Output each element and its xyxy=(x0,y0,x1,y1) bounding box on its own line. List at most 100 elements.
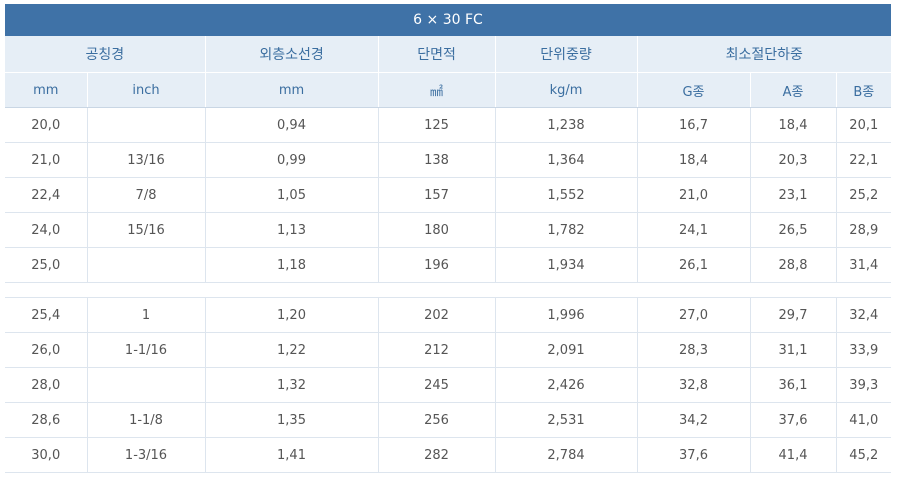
grade-b: B종 xyxy=(836,72,892,108)
table-cell: 18,4 xyxy=(750,107,837,143)
table-cell: 21,0 xyxy=(5,142,88,178)
header-min-breaking-load: 최소절단하중 xyxy=(637,36,892,73)
table-cell: 21,0 xyxy=(637,177,751,213)
table-cell: 1-1/8 xyxy=(87,402,206,438)
table-row: 28,6 1-1/8 1,35 256 2,531 34,2 37,6 41,0 xyxy=(5,402,892,438)
table-cell: 41,0 xyxy=(836,402,892,438)
table-cell: 36,1 xyxy=(750,367,837,403)
spec-table-container: 6 × 30 FC 공칭경 외층소선경 단면적 단위중량 최소절단하중 mm i… xyxy=(5,4,892,473)
table-cell: 25,2 xyxy=(836,177,892,213)
table-cell: 15/16 xyxy=(87,212,206,248)
table-cell: 1,13 xyxy=(205,212,379,248)
table-cell xyxy=(87,247,206,283)
table-cell: 1,41 xyxy=(205,437,379,473)
table-cell: 31,1 xyxy=(750,332,837,368)
table-row: 30,0 1-3/16 1,41 282 2,784 37,6 41,4 45,2 xyxy=(5,437,892,473)
table-cell: 0,94 xyxy=(205,107,379,143)
header-row-top: 공칭경 외층소선경 단면적 단위중량 최소절단하중 xyxy=(5,36,892,73)
table-cell: 37,6 xyxy=(750,402,837,438)
table-cell: 24,0 xyxy=(5,212,88,248)
table-cell: 245 xyxy=(378,367,496,403)
table-cell: 33,9 xyxy=(836,332,892,368)
table-cell: 1,996 xyxy=(495,297,638,333)
table-row: 26,0 1-1/16 1,22 212 2,091 28,3 31,1 33,9 xyxy=(5,332,892,368)
table-cell: 282 xyxy=(378,437,496,473)
table-cell: 20,1 xyxy=(836,107,892,143)
table-cell: 32,8 xyxy=(637,367,751,403)
table-row: 24,0 15/16 1,13 180 1,782 24,1 26,5 28,9 xyxy=(5,212,892,248)
table-cell: 31,4 xyxy=(836,247,892,283)
table-cell: 212 xyxy=(378,332,496,368)
table-cell: 23,1 xyxy=(750,177,837,213)
table-row: 25,0 1,18 196 1,934 26,1 28,8 31,4 xyxy=(5,247,892,283)
table-cell: 39,3 xyxy=(836,367,892,403)
table-body: 20,0 0,94 125 1,238 16,7 18,4 20,1 21,0 13/16 0,9… xyxy=(5,107,892,473)
table-cell: 1,552 xyxy=(495,177,638,213)
group-separator xyxy=(5,282,892,298)
table-cell: 1,934 xyxy=(495,247,638,283)
table-cell: 7/8 xyxy=(87,177,206,213)
table-cell: 28,0 xyxy=(5,367,88,403)
table-cell: 1,364 xyxy=(495,142,638,178)
table-cell xyxy=(87,367,206,403)
table-cell: 16,7 xyxy=(637,107,751,143)
header-nominal-diameter: 공칭경 xyxy=(5,36,206,73)
table-cell: 24,1 xyxy=(637,212,751,248)
table-cell: 20,0 xyxy=(5,107,88,143)
table-cell: 18,4 xyxy=(637,142,751,178)
unit-weight: kg/m xyxy=(495,72,638,108)
table-cell: 157 xyxy=(378,177,496,213)
separator-cell xyxy=(5,282,892,298)
header-cross-section: 단면적 xyxy=(378,36,496,73)
table-cell: 29,7 xyxy=(750,297,837,333)
table-title: 6 × 30 FC xyxy=(5,4,891,36)
table-cell: 2,091 xyxy=(495,332,638,368)
table-cell: 1,18 xyxy=(205,247,379,283)
table-cell: 28,9 xyxy=(836,212,892,248)
table-cell: 37,6 xyxy=(637,437,751,473)
table-row: 22,4 7/8 1,05 157 1,552 21,0 23,1 25,2 xyxy=(5,177,892,213)
table-cell: 26,1 xyxy=(637,247,751,283)
table-cell: 26,5 xyxy=(750,212,837,248)
table-cell: 1,20 xyxy=(205,297,379,333)
table-cell: 1,35 xyxy=(205,402,379,438)
table-cell: 26,0 xyxy=(5,332,88,368)
spec-table: 공칭경 외층소선경 단면적 단위중량 최소절단하중 mm inch mm ㎟ k… xyxy=(5,36,892,473)
header-unit-weight: 단위중량 xyxy=(495,36,638,73)
table-cell: 125 xyxy=(378,107,496,143)
table-cell: 180 xyxy=(378,212,496,248)
table-cell: 28,6 xyxy=(5,402,88,438)
table-row: 20,0 0,94 125 1,238 16,7 18,4 20,1 xyxy=(5,107,892,143)
header-row-units: mm inch mm ㎟ kg/m G종 A종 B종 xyxy=(5,72,892,108)
table-row: 25,4 1 1,20 202 1,996 27,0 29,7 32,4 xyxy=(5,297,892,333)
table-cell: 256 xyxy=(378,402,496,438)
table-cell: 2,426 xyxy=(495,367,638,403)
grade-a: A종 xyxy=(750,72,837,108)
table-cell: 25,0 xyxy=(5,247,88,283)
table-cell: 30,0 xyxy=(5,437,88,473)
table-cell: 45,2 xyxy=(836,437,892,473)
table-cell: 1-3/16 xyxy=(87,437,206,473)
table-cell: 2,784 xyxy=(495,437,638,473)
table-cell: 196 xyxy=(378,247,496,283)
unit-wire-mm: mm xyxy=(205,72,379,108)
table-cell: 1,05 xyxy=(205,177,379,213)
table-cell: 2,531 xyxy=(495,402,638,438)
table-cell: 27,0 xyxy=(637,297,751,333)
table-cell: 28,3 xyxy=(637,332,751,368)
table-cell: 202 xyxy=(378,297,496,333)
table-cell: 20,3 xyxy=(750,142,837,178)
table-cell: 138 xyxy=(378,142,496,178)
table-cell: 25,4 xyxy=(5,297,88,333)
table-cell: 13/16 xyxy=(87,142,206,178)
table-cell: 1 xyxy=(87,297,206,333)
table-row: 21,0 13/16 0,99 138 1,364 18,4 20,3 22,1 xyxy=(5,142,892,178)
table-cell: 34,2 xyxy=(637,402,751,438)
table-cell: 1,22 xyxy=(205,332,379,368)
table-cell: 0,99 xyxy=(205,142,379,178)
table-cell: 32,4 xyxy=(836,297,892,333)
table-cell: 1-1/16 xyxy=(87,332,206,368)
table-cell: 41,4 xyxy=(750,437,837,473)
table-cell: 22,1 xyxy=(836,142,892,178)
table-cell xyxy=(87,107,206,143)
